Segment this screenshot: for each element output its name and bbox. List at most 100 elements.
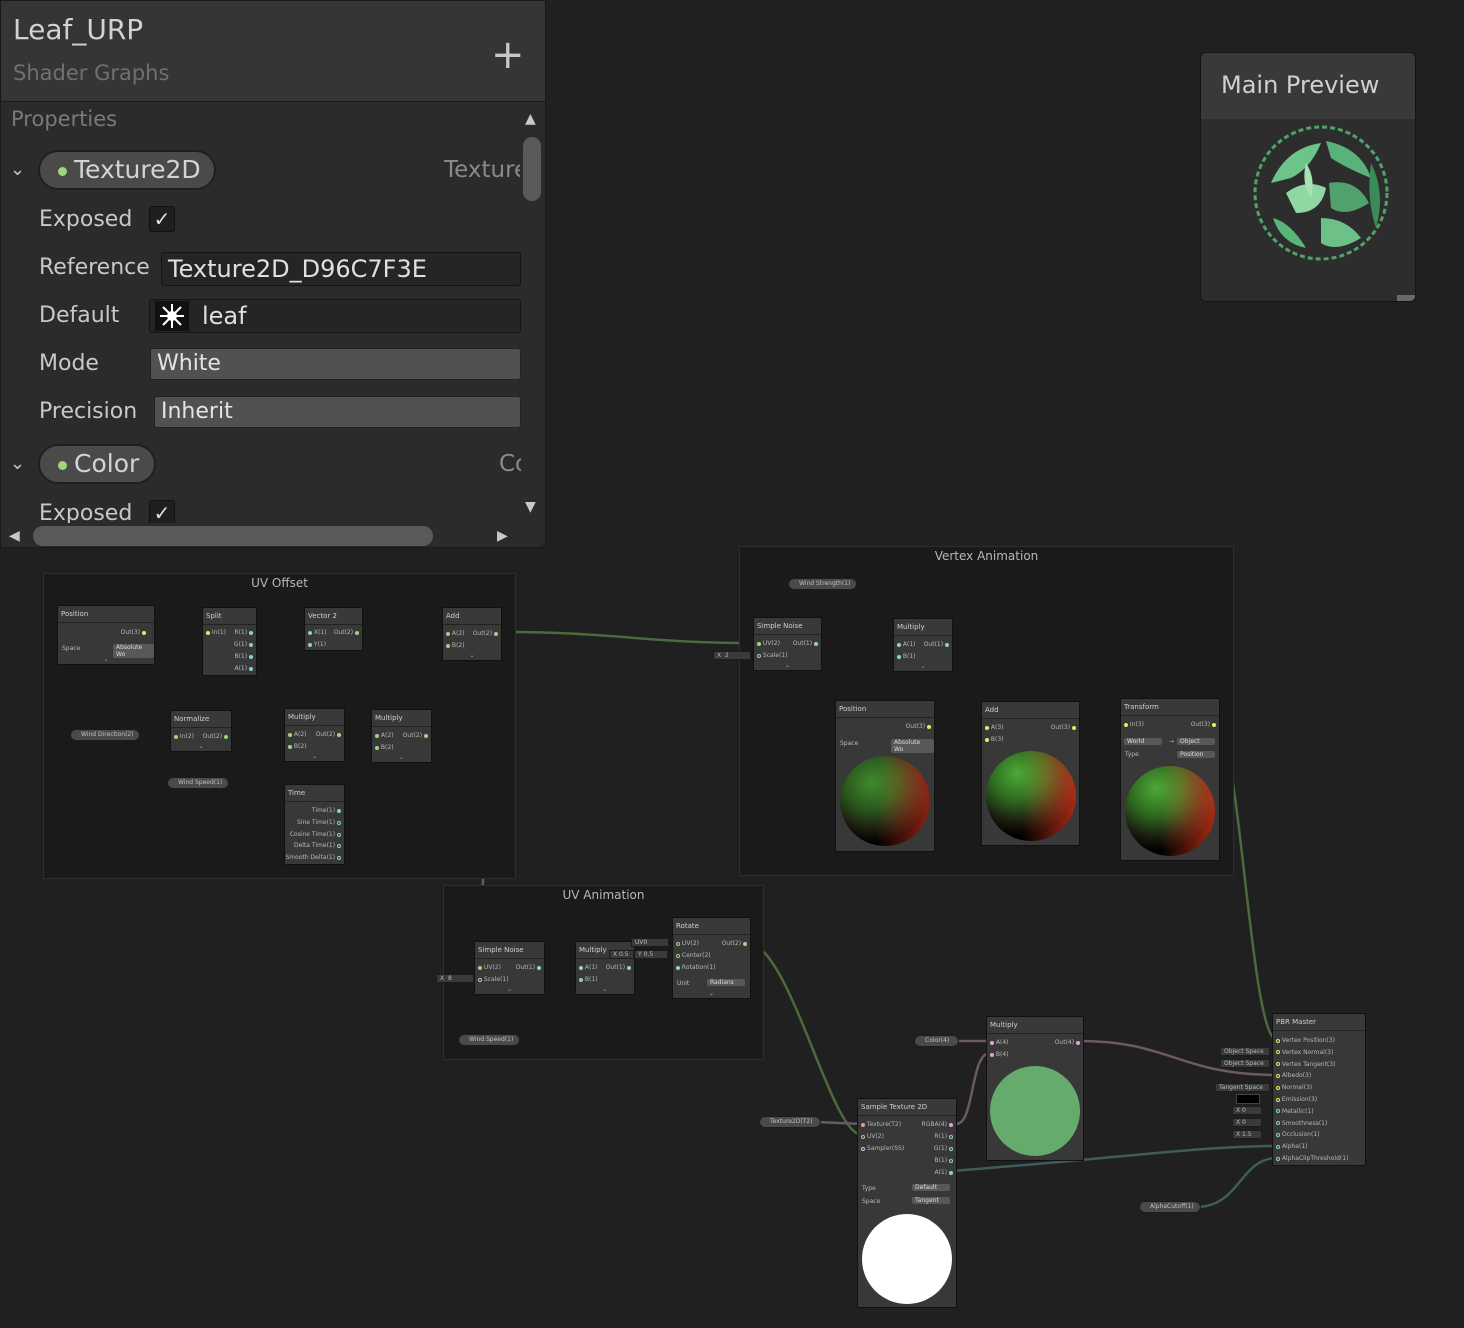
port-out[interactable]: Out(2) [334,629,359,636]
node-split[interactable]: Split In(1) R(1) G(1) B(1) A(1) [202,607,257,676]
pbr-input-port[interactable]: Smoothness(1) [1276,1120,1327,1127]
property-alpha-cutoff[interactable]: AlphaCutoff(1) [1139,1201,1201,1213]
node-position[interactable]: Position Out(3) Space Absolute Wo [835,700,935,852]
collapse-chevron[interactable]: ⌄ [58,656,154,664]
port-out[interactable]: Out(1) [516,964,541,971]
mode-dropdown[interactable]: White [150,348,521,380]
port-out[interactable]: Out(4) [1055,1039,1080,1046]
scale-input[interactable]: X 2 [713,651,751,660]
port-out-a[interactable]: A(1) [234,665,253,672]
node-pbr-master[interactable]: PBR Master Vertex Position(3) Vertex Nor… [1272,1013,1366,1166]
node-rotate[interactable]: Rotate UV(2) Center(2) Rotation(1) Out(2… [672,917,751,999]
horizontal-scroll-thumb[interactable] [33,526,433,546]
port-in-texture[interactable]: Texture(T2) [861,1121,901,1128]
port-out[interactable]: Out(2) [203,733,228,740]
port-out-sine[interactable]: Sine Time(1) [297,819,341,826]
node-normalize[interactable]: Normalize In(2) Out(2) ⌄ [170,710,232,752]
blackboard-panel[interactable]: Leaf_URP Shader Graphs + Properties ⌄ Te… [0,0,546,548]
port-in-a[interactable]: A(4) [990,1039,1009,1046]
collapse-chevron[interactable]: ⌄ [754,662,821,670]
port-out-delta[interactable]: Delta Time(1) [294,842,341,849]
port-out[interactable]: Out(2) [403,732,428,739]
property-wind-speed[interactable]: Wind Speed(1) [167,777,229,789]
port-in-sampler[interactable]: Sampler(SS) [861,1145,904,1152]
port-in-a[interactable]: A(2) [375,732,394,739]
port-out[interactable]: Out(3) [121,629,146,636]
vertical-scroll-thumb[interactable] [523,137,541,201]
collapse-chevron[interactable]: ⌄ [894,663,952,671]
emission-color-swatch[interactable] [1236,1094,1260,1104]
port-out[interactable]: Out(1) [793,640,818,647]
port-out[interactable]: Out(3) [1051,724,1076,731]
port-in-center[interactable]: Center(2) [676,952,711,959]
scale-input[interactable]: X 8 [436,974,474,983]
vertex-normal-space-dropdown[interactable]: Object Space [1220,1047,1270,1056]
pbr-input-port[interactable]: Vertex Tangent(3) [1276,1061,1335,1068]
collapse-chevron[interactable]: ⌄ [171,743,231,751]
port-out-time[interactable]: Time(1) [312,807,341,814]
port-in-a[interactable]: A(3) [985,724,1004,731]
port-out-g[interactable]: G(1) [934,1145,953,1152]
port-in-rotation[interactable]: Rotation(1) [676,964,716,971]
port-in-b[interactable]: B(2) [288,743,307,750]
port-out-b[interactable]: B(1) [934,1157,953,1164]
node-simple-noise[interactable]: Simple Noise UV(2) Scale(1) Out(1) ⌄ [753,617,822,671]
port-in-uv[interactable]: UV(2) [757,640,780,647]
node-time[interactable]: Time Time(1) Sine Time(1) Cosine Time(1)… [284,784,345,865]
pbr-input-port[interactable]: Vertex Normal(3) [1276,1049,1333,1056]
collapse-chevron[interactable]: ⌄ [285,753,344,761]
property-wind-speed[interactable]: Wind Speed(1) [458,1034,520,1046]
node-sample-texture-2d[interactable]: Sample Texture 2D Texture(T2) UV(2) Samp… [857,1098,957,1308]
collapse-chevron[interactable]: ⌄ [443,652,501,660]
default-texture-field[interactable]: leaf [149,299,521,333]
scroll-right-arrow-icon[interactable]: ▶ [497,528,508,544]
port-out-r[interactable]: R(1) [934,1133,953,1140]
uv-channel-dropdown[interactable]: UV0 [631,938,669,947]
leaf-sphere-preview[interactable] [1251,123,1391,263]
port-out[interactable]: Out(1) [606,964,631,971]
port-in-x[interactable]: X(1) [308,629,327,636]
smoothness-input[interactable]: X 0 [1232,1118,1262,1127]
port-in-a[interactable]: A(2) [446,630,465,637]
scroll-down-arrow-icon[interactable]: ▼ [525,499,536,515]
port-out[interactable]: Out(3) [1191,721,1216,728]
collapse-chevron[interactable]: ⌄ [673,990,750,998]
node-position[interactable]: Position Out(3) Space Absolute Wo ⌄ [57,605,155,665]
normal-space-dropdown[interactable]: Tangent Space [1215,1083,1270,1092]
port-out-g[interactable]: G(1) [234,641,253,648]
property-pill-texture2d[interactable]: Texture2D [38,150,216,190]
port-out-cosine[interactable]: Cosine Time(1) [290,831,341,838]
node-simple-noise[interactable]: Simple Noise UV(2) Scale(1) Out(1) ⌄ [474,941,545,995]
collapse-chevron[interactable]: ⌄ [372,754,431,762]
pbr-input-port[interactable]: Vertex Position(3) [1276,1037,1335,1044]
port-in[interactable]: In(2) [174,733,194,740]
port-out[interactable]: Out(2) [722,940,747,947]
space-dropdown[interactable]: Absolute Wo [891,739,934,753]
port-in[interactable]: In(1) [206,629,226,636]
port-in-a[interactable]: A(2) [288,731,307,738]
port-out[interactable]: Out(2) [473,630,498,637]
port-in-y[interactable]: Y(1) [308,641,326,648]
port-out-b[interactable]: B(1) [234,653,253,660]
pbr-input-port[interactable]: Albedo(3) [1276,1072,1311,1079]
from-space-dropdown[interactable]: World [1124,738,1162,745]
port-in-b[interactable]: B(1) [579,976,598,983]
center-x-input[interactable]: X 0.5 [609,950,634,959]
port-out-r[interactable]: R(1) [234,629,253,636]
pbr-input-port[interactable]: Metallic(1) [1276,1108,1314,1115]
type-dropdown[interactable]: Position [1177,751,1215,758]
property-wind-direction[interactable]: Wind Direction(2) [70,729,140,741]
type-dropdown[interactable]: Default [912,1184,950,1191]
property-color[interactable]: Color(4) [914,1035,959,1047]
collapse-chevron[interactable]: ⌄ [475,986,544,994]
node-multiply[interactable]: Multiply A(2) B(2) Out(2) ⌄ [284,708,345,762]
pbr-input-port[interactable]: Occlusion(1) [1276,1131,1319,1138]
port-in-b[interactable]: B(4) [990,1051,1009,1058]
port-in-uv[interactable]: UV(2) [478,964,501,971]
vertex-tangent-space-dropdown[interactable]: Object Space [1220,1059,1270,1068]
property-pill-color[interactable]: Color [38,444,156,484]
port-out-smooth[interactable]: Smooth Delta(1) [286,854,341,861]
node-multiply[interactable]: Multiply A(1) B(1) Out(1) ⌄ [893,618,953,672]
scroll-left-arrow-icon[interactable]: ◀ [9,528,20,544]
port-in-uv[interactable]: UV(2) [861,1133,884,1140]
